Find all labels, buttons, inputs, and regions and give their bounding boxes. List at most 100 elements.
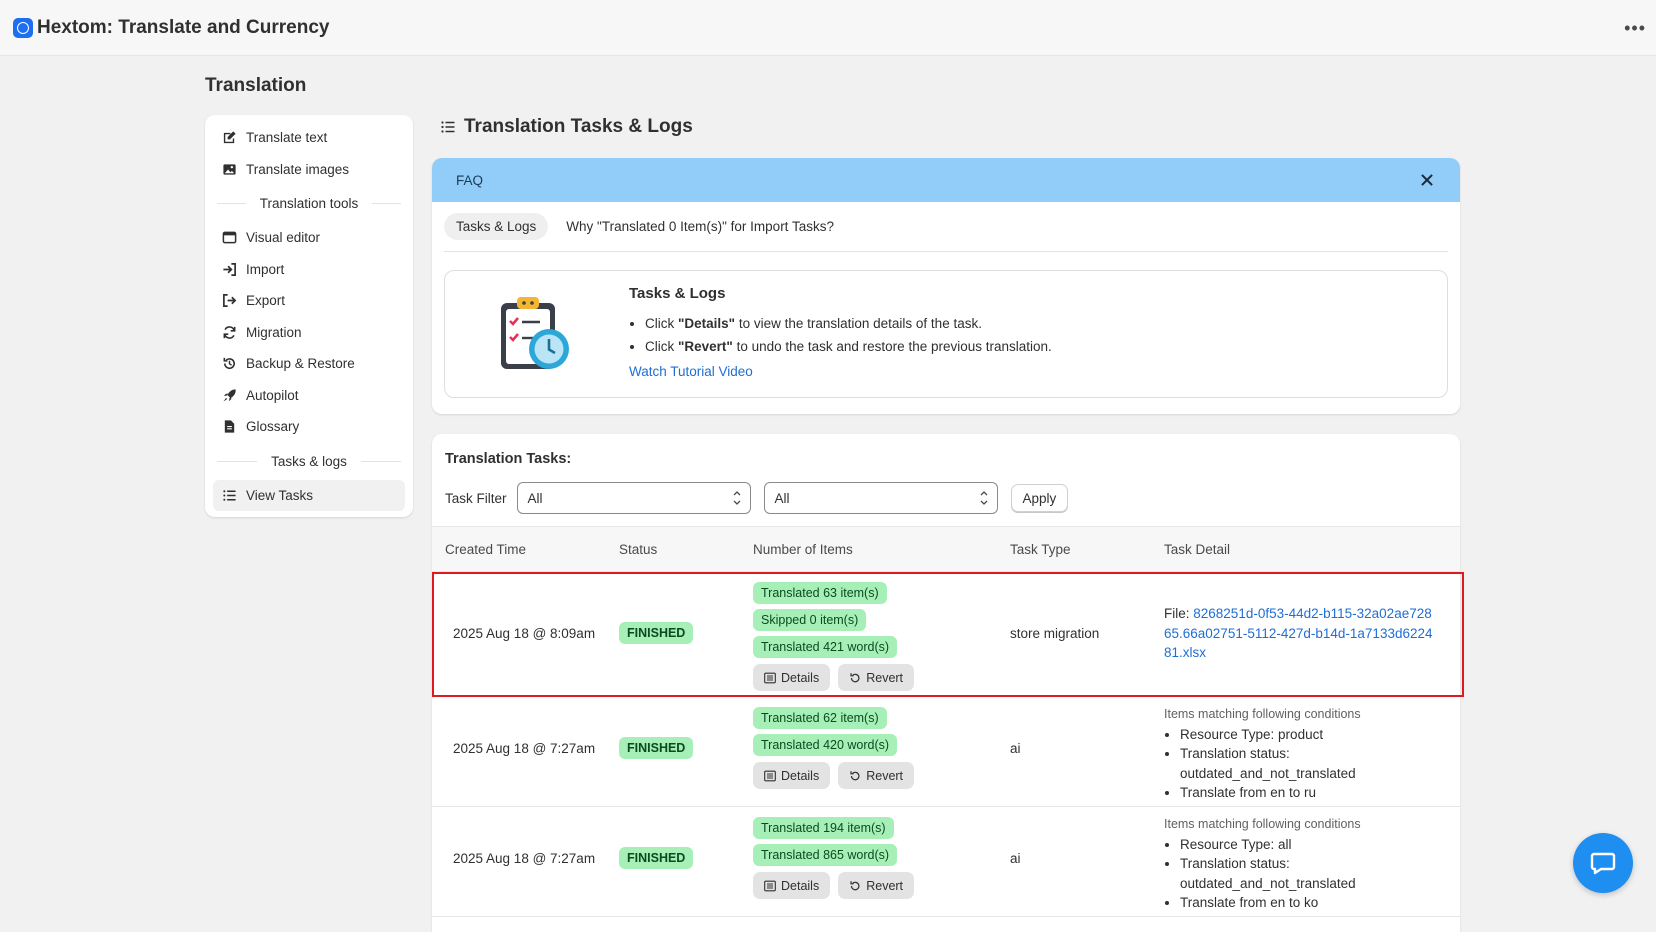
task-detail: Items matching following conditions Reso… (1164, 815, 1444, 913)
items-pill: Translated 62 item(s) (753, 707, 887, 729)
list-icon (441, 121, 455, 133)
faq-tab-import-question[interactable]: Why "Translated 0 Item(s)" for Import Ta… (554, 213, 846, 240)
table-row: 2025 Aug 18 @ 7:27am FINISHED Translated… (432, 697, 1460, 807)
condition-item: Translate from en to ko (1180, 893, 1444, 913)
sidebar-item-glossary[interactable]: Glossary (213, 411, 405, 443)
sidebar-item-label: Export (246, 293, 286, 309)
revert-button[interactable]: Revert (838, 872, 915, 899)
number-of-items: Translated 62 item(s) Translated 420 wor… (753, 707, 915, 789)
condition-item: Translate from en to ru (1180, 783, 1444, 803)
sidebar-item-translate-text[interactable]: Translate text (213, 122, 405, 154)
condition-item: Translation status: outdated_and_not_tra… (1180, 744, 1444, 783)
revert-button[interactable]: Revert (838, 664, 915, 691)
page-title: Translation (205, 75, 307, 96)
condition-item: Resource Type: all (1180, 835, 1444, 855)
window-icon (222, 231, 237, 244)
column-header: Task Type (1010, 542, 1071, 557)
table-header: Created Time Status Number of Items Task… (432, 526, 1460, 572)
sidebar-item-migration[interactable]: Migration (213, 317, 405, 349)
chat-bubble-icon (1590, 852, 1616, 875)
refresh-icon (223, 325, 236, 339)
sidebar-item-autopilot[interactable]: Autopilot (213, 380, 405, 412)
task-filter-row: Task Filter All All Apply (445, 482, 1069, 514)
faq-bullets: Click "Details" to view the translation … (629, 312, 1052, 358)
task-filter-label: Task Filter (445, 490, 507, 506)
document-icon (224, 420, 235, 433)
condition-item: Resource Type: product (1180, 725, 1444, 745)
sidebar-item-label: Import (246, 261, 285, 277)
items-pill: Translated 420 word(s) (753, 734, 898, 756)
sidebar-item-label: Autopilot (246, 387, 299, 403)
details-button[interactable]: Details (753, 664, 831, 691)
conditions-heading: Items matching following conditions (1164, 817, 1361, 831)
sidebar-item-export[interactable]: Export (213, 285, 405, 317)
details-button[interactable]: Details (753, 872, 831, 899)
apply-button[interactable]: Apply (1010, 484, 1069, 512)
faq-card: FAQ Tasks & Logs Why "Translated 0 Item(… (432, 158, 1460, 414)
sidebar-item-label: Translate text (246, 130, 328, 146)
faq-content-box: Tasks & Logs Click "Details" to view the… (444, 270, 1448, 398)
faq-bullet: Click "Revert" to undo the task and rest… (645, 335, 1052, 358)
revert-button[interactable]: Revert (838, 762, 915, 789)
faq-bullet: Click "Details" to view the translation … (645, 312, 1052, 335)
column-header: Created Time (445, 542, 527, 557)
details-button[interactable]: Details (753, 762, 831, 789)
created-time: 2025 Aug 18 @ 7:27am (453, 741, 596, 756)
sidebar-item-view-tasks[interactable]: View Tasks (213, 479, 405, 511)
column-header: Task Detail (1164, 542, 1231, 557)
select-arrows-icon (980, 491, 987, 505)
list-box-icon (764, 880, 776, 891)
close-icon[interactable] (1418, 171, 1436, 189)
task-detail: File: 8268251d-0f53-44d2-b115-32a02ae728… (1164, 606, 1433, 660)
help-chat-button[interactable] (1573, 833, 1633, 893)
list-box-icon (764, 770, 776, 781)
sidebar-item-import[interactable]: Import (213, 254, 405, 286)
undo-icon (850, 880, 860, 890)
tasks-title: Translation Tasks: (445, 451, 572, 467)
items-pill: Translated 63 item(s) (753, 582, 887, 604)
sidebar-section-logs: Tasks & logs (213, 443, 405, 480)
sidebar-item-label: Visual editor (246, 230, 321, 246)
column-header: Status (619, 542, 658, 557)
edit-icon (223, 131, 236, 144)
task-filter-select-1[interactable]: All (516, 482, 751, 514)
status-badge: FINISHED (619, 847, 694, 869)
clipboard-clock-icon (501, 297, 569, 369)
conditions-list: Resource Type: product Translation statu… (1164, 725, 1444, 803)
sidebar-item-label: View Tasks (246, 487, 314, 503)
task-type: ai (1010, 741, 1021, 756)
undo-icon (850, 672, 860, 682)
sidebar-item-label: Glossary (246, 419, 300, 435)
more-options-icon[interactable]: ••• (1624, 18, 1646, 39)
task-type: ai (1010, 851, 1021, 866)
faq-tab-tasks-logs[interactable]: Tasks & Logs (444, 213, 549, 240)
task-detail: Items matching following conditions Reso… (1164, 705, 1444, 803)
sidebar-item-backup-restore[interactable]: Backup & Restore (213, 348, 405, 380)
file-link[interactable]: 8268251d-0f53-44d2-b115-32a02ae72865.66a… (1164, 606, 1433, 660)
sidebar: Translate text Translate images Translat… (205, 115, 413, 517)
task-type: store migration (1010, 626, 1100, 641)
items-pill: Translated 194 item(s) (753, 817, 894, 839)
faq-tabs: Tasks & Logs Why "Translated 0 Item(s)" … (444, 202, 1448, 252)
watch-tutorial-link[interactable]: Watch Tutorial Video (629, 364, 753, 379)
faq-header-label: FAQ (456, 172, 484, 188)
condition-item: Translation status: outdated_and_not_tra… (1180, 854, 1444, 893)
sidebar-item-label: Backup & Restore (246, 356, 355, 372)
export-icon (223, 294, 237, 308)
items-pill: Skipped 0 item(s) (753, 609, 867, 631)
task-filter-select-2[interactable]: All (763, 482, 998, 514)
undo-icon (850, 770, 860, 780)
column-header: Number of Items (753, 542, 853, 557)
items-pill: Translated 421 word(s) (753, 636, 898, 658)
status-badge: FINISHED (619, 737, 694, 759)
sidebar-section-tools: Translation tools (213, 185, 405, 222)
list-box-icon (764, 672, 776, 683)
table-row: 2025 Aug 18 @ 7:27am FINISHED Translated… (432, 807, 1460, 917)
sidebar-item-visual-editor[interactable]: Visual editor (213, 222, 405, 254)
sidebar-item-translate-images[interactable]: Translate images (213, 154, 405, 186)
image-icon (223, 164, 236, 175)
import-icon (223, 262, 236, 276)
faq-box-title: Tasks & Logs (629, 285, 726, 302)
app-topbar: Hextom: Translate and Currency ••• (0, 0, 1656, 56)
select-arrows-icon (733, 491, 740, 505)
